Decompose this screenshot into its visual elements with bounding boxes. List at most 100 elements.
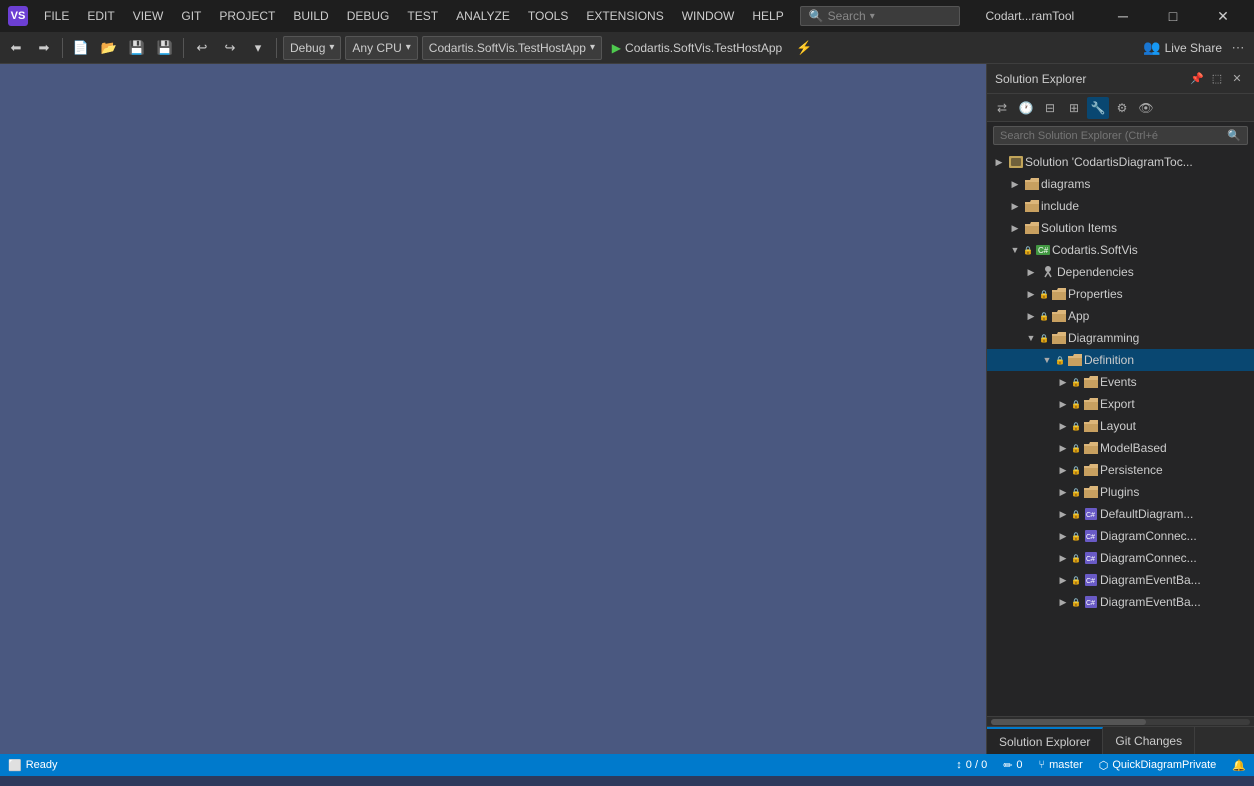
tree-arrow-diagramconnec2[interactable]: ▶ xyxy=(1055,553,1071,564)
bottom-tab-git-changes[interactable]: Git Changes xyxy=(1103,727,1195,754)
status-errors[interactable]: ✏ 0 xyxy=(1003,759,1022,772)
save-button[interactable]: 💾 xyxy=(125,36,149,60)
new-file-button[interactable]: 📄 xyxy=(69,36,93,60)
project-config-dropdown[interactable]: Codartis.SoftVis.TestHostApp ▾ xyxy=(422,36,602,60)
se-expand-button[interactable]: ⊞ xyxy=(1063,97,1085,119)
tree-arrow-diagrameventb1[interactable]: ▶ xyxy=(1055,575,1071,586)
tree-item-diagramconnec1[interactable]: ▶🔒C#DiagramConnec... xyxy=(987,525,1254,547)
tree-item-diagrams[interactable]: ▶diagrams xyxy=(987,173,1254,195)
status-ready[interactable]: ⬜ Ready xyxy=(8,759,58,772)
menu-item-project[interactable]: PROJECT xyxy=(211,5,283,27)
tree-arrow-diagrameventb2[interactable]: ▶ xyxy=(1055,597,1071,608)
title-search[interactable]: 🔍 Search ▾ xyxy=(800,6,960,26)
status-branch[interactable]: ⑂ master xyxy=(1039,759,1083,771)
menu-item-extensions[interactable]: EXTENSIONS xyxy=(578,5,671,27)
menu-item-debug[interactable]: DEBUG xyxy=(339,5,398,27)
tree-arrow-codartis-softvis[interactable]: ▼ xyxy=(1007,245,1023,255)
tree-arrow-properties[interactable]: ▶ xyxy=(1023,289,1039,300)
se-search-input[interactable] xyxy=(1000,130,1227,142)
tree-item-plugins[interactable]: ▶🔒Plugins xyxy=(987,481,1254,503)
back-button[interactable]: ⬅ xyxy=(4,36,28,60)
tree-item-persistence[interactable]: ▶🔒Persistence xyxy=(987,459,1254,481)
close-button[interactable]: ✕ xyxy=(1200,0,1246,32)
se-settings-button[interactable]: ⚙ xyxy=(1111,97,1133,119)
tree-item-events[interactable]: ▶🔒Events xyxy=(987,371,1254,393)
tree-arrow-defaultdiagram[interactable]: ▶ xyxy=(1055,509,1071,520)
hscroll-bar[interactable] xyxy=(991,719,1250,725)
tree-item-layout[interactable]: ▶🔒Layout xyxy=(987,415,1254,437)
se-history-button[interactable]: 🕐 xyxy=(1015,97,1037,119)
se-horizontal-scrollbar[interactable] xyxy=(987,716,1254,726)
save-all-button[interactable]: 💾 xyxy=(153,36,177,60)
menu-item-view[interactable]: VIEW xyxy=(125,5,172,27)
search-dropdown-arrow[interactable]: ▾ xyxy=(870,11,875,22)
se-filter-button[interactable]: 🔧 xyxy=(1087,97,1109,119)
tree-item-properties[interactable]: ▶🔒Properties xyxy=(987,283,1254,305)
tree-arrow-persistence[interactable]: ▶ xyxy=(1055,465,1071,476)
menu-item-file[interactable]: FILE xyxy=(36,5,77,27)
tree-item-diagrameventb1[interactable]: ▶🔒C#DiagramEventBa... xyxy=(987,569,1254,591)
tree-item-diagramconnec2[interactable]: ▶🔒C#DiagramConnec... xyxy=(987,547,1254,569)
se-search-box[interactable]: 🔍 xyxy=(993,126,1248,145)
attach-button[interactable]: ⚡ xyxy=(792,36,816,60)
tree-item-definition[interactable]: ▼🔒Definition xyxy=(987,349,1254,371)
debug-config-dropdown[interactable]: Debug ▾ xyxy=(283,36,341,60)
tree-item-defaultdiagram[interactable]: ▶🔒C#DefaultDiagram... xyxy=(987,503,1254,525)
open-file-button[interactable]: 📂 xyxy=(97,36,121,60)
se-sync-button[interactable]: ⇄ xyxy=(991,97,1013,119)
status-notification[interactable]: 🔔 xyxy=(1232,759,1246,772)
menu-item-window[interactable]: WINDOW xyxy=(674,5,743,27)
tree-arrow-solution-items[interactable]: ▶ xyxy=(1007,223,1023,234)
menu-item-tools[interactable]: TOOLS xyxy=(520,5,576,27)
tree-arrow-export[interactable]: ▶ xyxy=(1055,399,1071,410)
menu-item-edit[interactable]: EDIT xyxy=(79,5,122,27)
editor-area[interactable] xyxy=(0,64,986,754)
forward-button[interactable]: ➡ xyxy=(32,36,56,60)
redo-button[interactable]: ↪ xyxy=(218,36,242,60)
bottom-tab-solution-explorer[interactable]: Solution Explorer xyxy=(987,727,1103,754)
tree-item-modelbased[interactable]: ▶🔒ModelBased xyxy=(987,437,1254,459)
tree-arrow-dependencies[interactable]: ▶ xyxy=(1023,267,1039,278)
tree-arrow-layout[interactable]: ▶ xyxy=(1055,421,1071,432)
se-pin-button[interactable]: 📌 xyxy=(1188,70,1206,88)
undo-dropdown[interactable]: ▾ xyxy=(246,36,270,60)
se-view-button[interactable]: 👁 xyxy=(1135,97,1157,119)
tree-item-solution-items[interactable]: ▶Solution Items xyxy=(987,217,1254,239)
menu-item-test[interactable]: TEST xyxy=(399,5,446,27)
tree-icon-app xyxy=(1050,308,1068,324)
tree-arrow-diagramming[interactable]: ▼ xyxy=(1023,333,1039,343)
se-collapse-button[interactable]: ⊟ xyxy=(1039,97,1061,119)
tree-item-app[interactable]: ▶🔒App xyxy=(987,305,1254,327)
tree-arrow-diagramconnec1[interactable]: ▶ xyxy=(1055,531,1071,542)
tree-item-codartis-softvis[interactable]: ▼🔒C#Codartis.SoftVis xyxy=(987,239,1254,261)
tree-item-diagramming[interactable]: ▼🔒Diagramming xyxy=(987,327,1254,349)
menu-item-git[interactable]: GIT xyxy=(173,5,209,27)
tree-arrow-definition[interactable]: ▼ xyxy=(1039,355,1055,365)
tree-item-export[interactable]: ▶🔒Export xyxy=(987,393,1254,415)
se-float-button[interactable]: ⬚ xyxy=(1208,70,1226,88)
status-project[interactable]: ⬡ QuickDiagramPrivate xyxy=(1099,759,1217,772)
maximize-button[interactable]: □ xyxy=(1150,0,1196,32)
tree-arrow-events[interactable]: ▶ xyxy=(1055,377,1071,388)
live-share-options[interactable]: ⋯ xyxy=(1226,36,1250,60)
menu-item-analyze[interactable]: ANALYZE xyxy=(448,5,518,27)
tree-arrow-modelbased[interactable]: ▶ xyxy=(1055,443,1071,454)
tree-arrow-app[interactable]: ▶ xyxy=(1023,311,1039,322)
se-close-button[interactable]: ✕ xyxy=(1228,70,1246,88)
tree-arrow-plugins[interactable]: ▶ xyxy=(1055,487,1071,498)
cpu-config-dropdown[interactable]: Any CPU ▾ xyxy=(345,36,417,60)
menu-item-help[interactable]: HELP xyxy=(744,5,791,27)
tree-item-solution[interactable]: ▶Solution 'CodartisDiagramToc... xyxy=(987,151,1254,173)
tree-arrow-solution[interactable]: ▶ xyxy=(991,157,1007,168)
tree-arrow-diagrams[interactable]: ▶ xyxy=(1007,179,1023,190)
minimize-button[interactable]: ─ xyxy=(1100,0,1146,32)
tree-item-diagrameventb2[interactable]: ▶🔒C#DiagramEventBa... xyxy=(987,591,1254,613)
debug-config-arrow: ▾ xyxy=(329,42,334,53)
menu-item-build[interactable]: BUILD xyxy=(285,5,336,27)
status-line-col[interactable]: ↕ 0 / 0 xyxy=(956,759,987,771)
tree-item-dependencies[interactable]: ▶Dependencies xyxy=(987,261,1254,283)
undo-button[interactable]: ↩ xyxy=(190,36,214,60)
run-button[interactable]: ▶ Codartis.SoftVis.TestHostApp xyxy=(606,39,788,57)
tree-arrow-include[interactable]: ▶ xyxy=(1007,201,1023,212)
tree-item-include[interactable]: ▶include xyxy=(987,195,1254,217)
